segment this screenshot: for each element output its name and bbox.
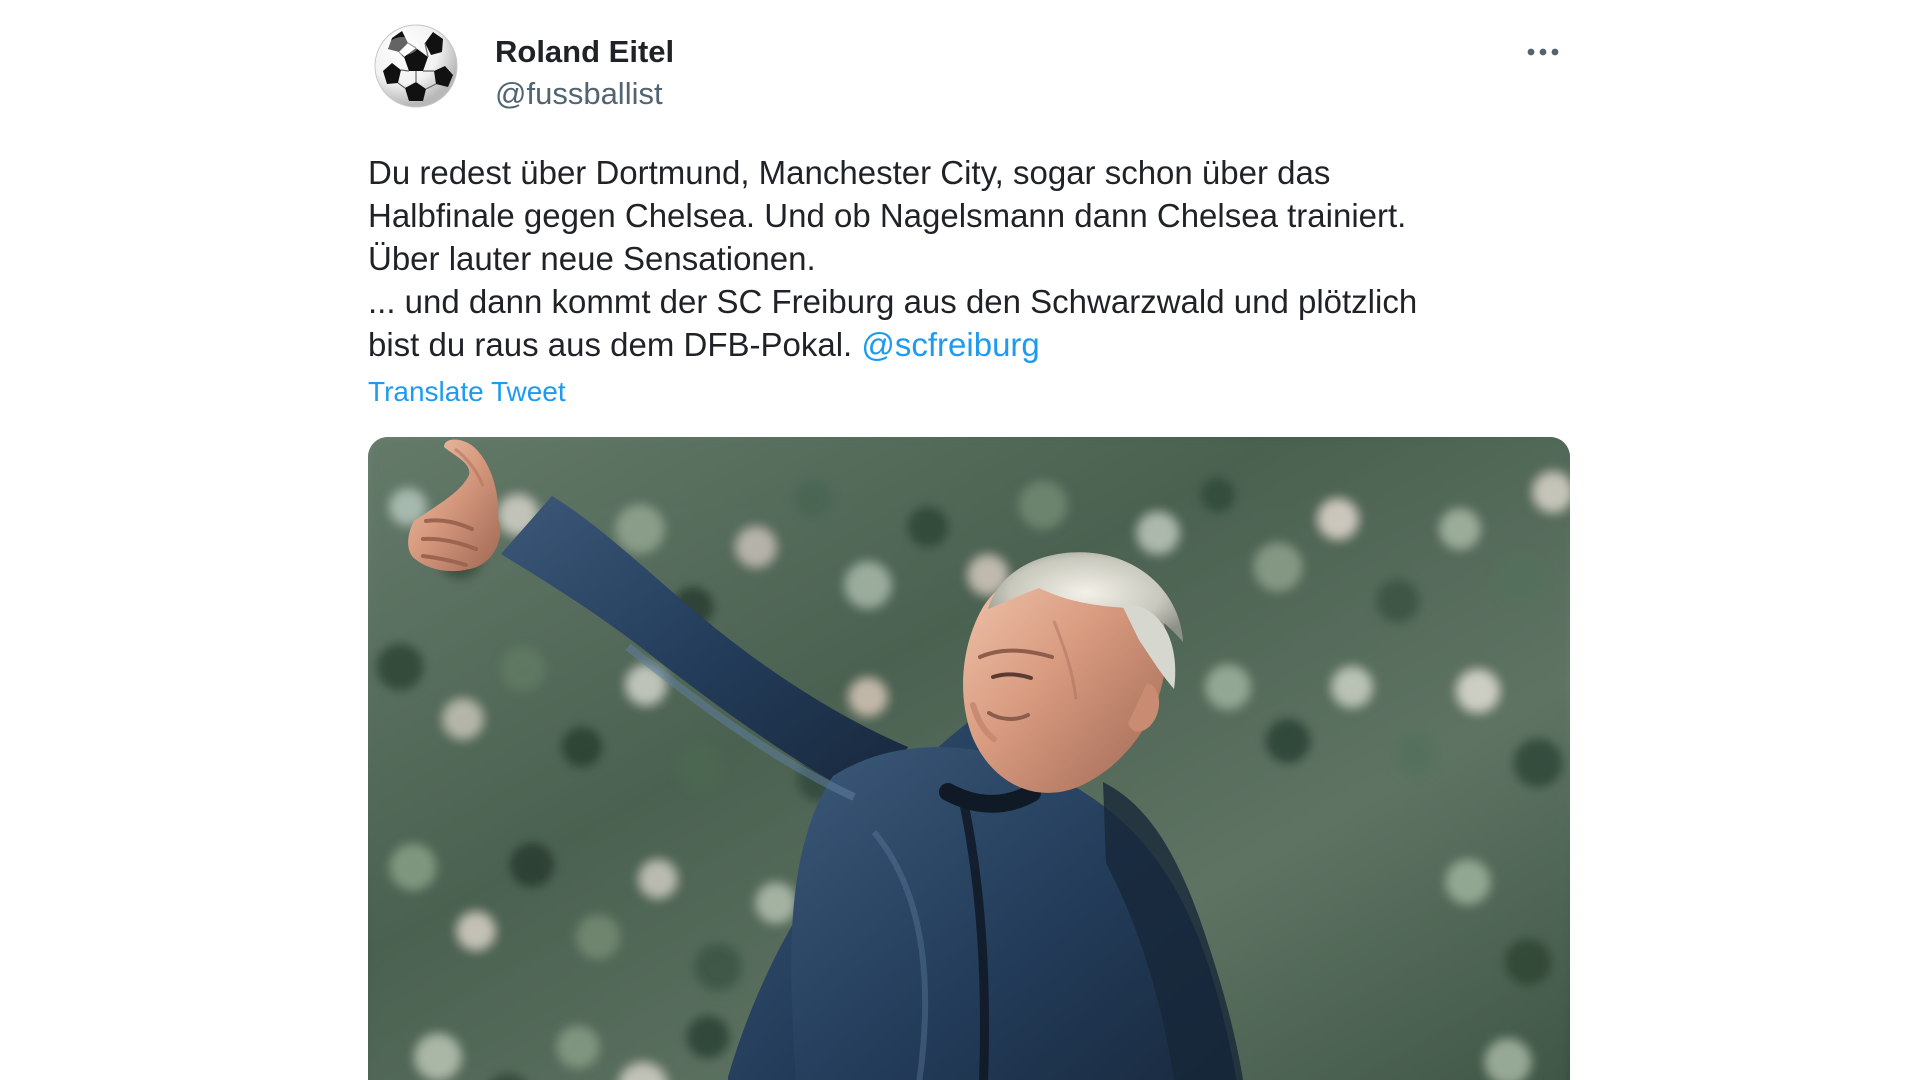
author-handle[interactable]: @fussballist <box>495 76 663 112</box>
tweet-photo[interactable] <box>368 437 1570 1080</box>
coach-thumbs-up-photo <box>368 437 1570 1080</box>
tweet-screenshot-page: Roland Eitel @fussballist Du redest über… <box>0 0 1920 1080</box>
tweet-author[interactable]: Roland Eitel @fussballist <box>495 26 995 111</box>
soccer-ball-icon <box>374 24 458 108</box>
author-display-name[interactable]: Roland Eitel <box>495 34 674 70</box>
tweet-card[interactable]: Roland Eitel @fussballist Du redest über… <box>368 18 1570 1080</box>
more-options-button[interactable] <box>1516 30 1570 74</box>
more-horizontal-icon <box>1527 48 1559 56</box>
tweet-text: Du redest über Dortmund, Manchester City… <box>368 151 1570 366</box>
profile-avatar[interactable] <box>372 22 460 110</box>
translate-tweet-link[interactable]: Translate Tweet <box>368 375 566 409</box>
tweet-header: Roland Eitel @fussballist <box>368 18 1570 118</box>
mention-link[interactable]: @scfreiburg <box>861 326 1039 363</box>
